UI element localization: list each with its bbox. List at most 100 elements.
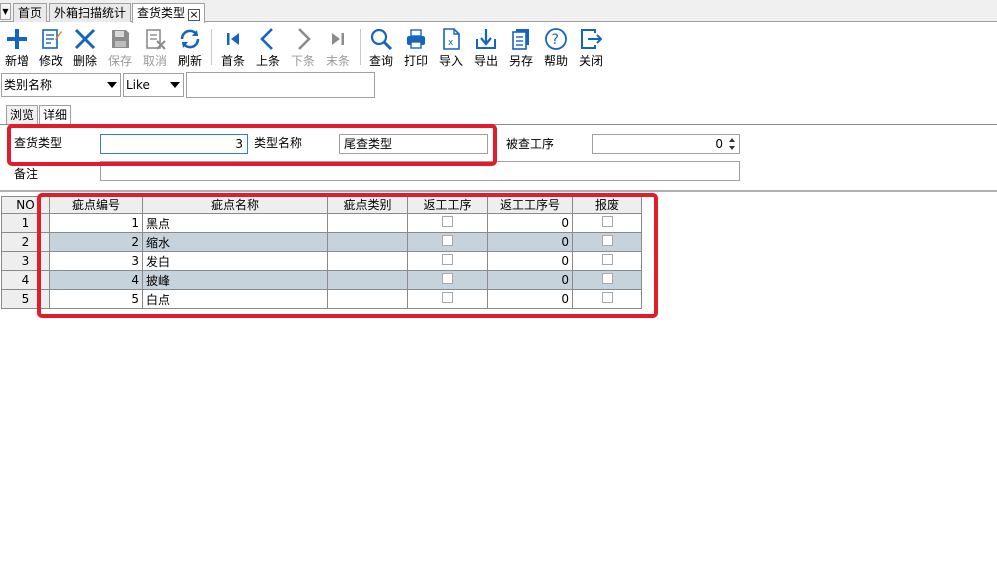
defect-name-cell[interactable]: 披峰: [142, 270, 328, 290]
rework-checkbox[interactable]: [442, 254, 453, 265]
close-button[interactable]: 关闭: [574, 25, 608, 69]
scrap-checkbox[interactable]: [601, 273, 613, 284]
filter-operator-select[interactable]: Like: [123, 73, 184, 97]
first-record-button[interactable]: 首条: [216, 25, 250, 69]
rework-checkbox-cell[interactable]: [407, 232, 488, 252]
rework-no-cell[interactable]: 0: [487, 213, 573, 233]
table-row[interactable]: 4 4 披峰 0: [1, 270, 642, 290]
table-row[interactable]: 5 5 白点 0: [1, 289, 642, 309]
tab-detail[interactable]: 详细: [39, 105, 72, 125]
defect-category-cell[interactable]: [327, 251, 408, 271]
defect-category-cell[interactable]: [327, 232, 408, 252]
col-header-scrap[interactable]: 报废: [572, 196, 642, 214]
defect-code-cell[interactable]: 4: [49, 270, 143, 290]
edit-button[interactable]: 修改: [34, 25, 68, 69]
tab-home[interactable]: 首页: [13, 3, 48, 22]
rework-checkbox-cell[interactable]: [407, 289, 488, 309]
delete-button[interactable]: 删除: [68, 25, 102, 69]
tab-divider: [0, 124, 997, 125]
tab-menu-button[interactable]: ▼: [0, 3, 11, 20]
scrap-checkbox[interactable]: [601, 216, 613, 227]
defect-code-cell[interactable]: 2: [49, 232, 143, 252]
rework-checkbox-cell[interactable]: [407, 270, 488, 290]
last-record-button[interactable]: 末条: [321, 25, 355, 69]
download-icon: [476, 29, 496, 49]
tab-label: 外箱扫描统计: [54, 6, 127, 20]
prev-record-button[interactable]: 上条: [251, 25, 285, 69]
chevron-right-icon: [298, 28, 311, 50]
spin-arrows-icon[interactable]: [727, 136, 738, 152]
tab-bar: ▼ 首页 外箱扫描统计 查货类型 ×: [0, 0, 997, 23]
scrap-checkbox[interactable]: [601, 254, 613, 265]
filter-value-input[interactable]: [186, 72, 375, 98]
refresh-button[interactable]: 刷新: [173, 25, 207, 69]
rework-checkbox[interactable]: [442, 216, 453, 227]
tab-carton-scan-stats[interactable]: 外箱扫描统计: [49, 3, 132, 22]
defect-code-cell[interactable]: 5: [49, 289, 143, 309]
rework-checkbox-cell[interactable]: [407, 213, 488, 233]
inspected-process-label: 被查工序: [506, 137, 555, 151]
col-header-defect-code[interactable]: 疵点编号: [49, 196, 143, 214]
defect-category-cell[interactable]: [327, 213, 408, 233]
inspection-type-field[interactable]: 3: [100, 134, 248, 154]
type-name-field[interactable]: 尾查类型: [339, 134, 488, 154]
next-record-button[interactable]: 下条: [286, 25, 320, 69]
scrap-checkbox-cell[interactable]: [572, 232, 642, 252]
col-header-no[interactable]: NO: [1, 196, 50, 214]
inspected-process-stepper[interactable]: 0: [592, 134, 740, 154]
scrap-checkbox-cell[interactable]: [572, 251, 642, 271]
row-number: 1: [1, 213, 50, 233]
type-name-label: 类型名称: [254, 136, 303, 150]
defect-category-cell[interactable]: [327, 289, 408, 309]
col-header-rework-process[interactable]: 返工工序: [407, 196, 488, 214]
scrap-checkbox[interactable]: [601, 292, 613, 303]
defect-code-cell[interactable]: 1: [49, 213, 143, 233]
inspection-type-label: 查货类型: [14, 136, 63, 150]
table-row[interactable]: 1 1 黑点 0: [1, 213, 642, 233]
search-icon: [370, 28, 393, 51]
save-button[interactable]: 保存: [103, 25, 137, 69]
first-record-icon: [227, 33, 239, 45]
col-header-rework-process-no[interactable]: 返工工序号: [487, 196, 573, 214]
rework-checkbox[interactable]: [442, 235, 453, 246]
tab-browse[interactable]: 浏览: [6, 105, 39, 125]
defect-name-cell[interactable]: 缩水: [142, 232, 328, 252]
close-icon[interactable]: ×: [188, 9, 201, 21]
defect-code-cell[interactable]: 3: [49, 251, 143, 271]
rework-no-cell[interactable]: 0: [487, 232, 573, 252]
rework-checkbox[interactable]: [442, 292, 453, 303]
import-button[interactable]: x 导入: [434, 25, 468, 69]
scrap-checkbox-cell[interactable]: [572, 289, 642, 309]
delete-x-icon: [74, 28, 96, 50]
svg-text:x: x: [448, 38, 454, 48]
rework-checkbox-cell[interactable]: [407, 251, 488, 271]
remark-label: 备注: [14, 167, 39, 181]
remark-field[interactable]: [100, 161, 740, 181]
rework-no-cell[interactable]: 0: [487, 251, 573, 271]
export-button[interactable]: 导出: [469, 25, 503, 69]
print-button[interactable]: 打印: [399, 25, 433, 69]
scrap-checkbox-cell[interactable]: [572, 213, 642, 233]
save-as-button[interactable]: 另存: [504, 25, 538, 69]
printer-icon: [407, 29, 425, 49]
tab-inspection-type[interactable]: 查货类型 ×: [132, 3, 206, 23]
help-button[interactable]: ? 帮助: [539, 25, 573, 69]
defect-name-cell[interactable]: 白点: [142, 289, 328, 309]
defect-category-cell[interactable]: [327, 270, 408, 290]
table-row[interactable]: 3 3 发白 0: [1, 251, 642, 271]
filter-field-select[interactable]: 类别名称: [1, 73, 121, 97]
defect-name-cell[interactable]: 黑点: [142, 213, 328, 233]
query-button[interactable]: 查询: [364, 25, 398, 69]
rework-no-cell[interactable]: 0: [487, 289, 573, 309]
defect-name-cell[interactable]: 发白: [142, 251, 328, 271]
rework-checkbox[interactable]: [442, 273, 453, 284]
toolbar: 新增 修改 删除 保存 取消 刷新 首条 上条 下条 末条 查询 打印 x 导入…: [0, 23, 997, 69]
rework-no-cell[interactable]: 0: [487, 270, 573, 290]
scrap-checkbox[interactable]: [601, 235, 613, 246]
add-button[interactable]: 新增: [0, 25, 34, 69]
col-header-defect-name[interactable]: 疵点名称: [142, 196, 328, 214]
col-header-defect-category[interactable]: 疵点类别: [327, 196, 408, 214]
table-row[interactable]: 2 2 缩水 0: [1, 232, 642, 252]
scrap-checkbox-cell[interactable]: [572, 270, 642, 290]
cancel-button[interactable]: 取消: [138, 25, 172, 69]
